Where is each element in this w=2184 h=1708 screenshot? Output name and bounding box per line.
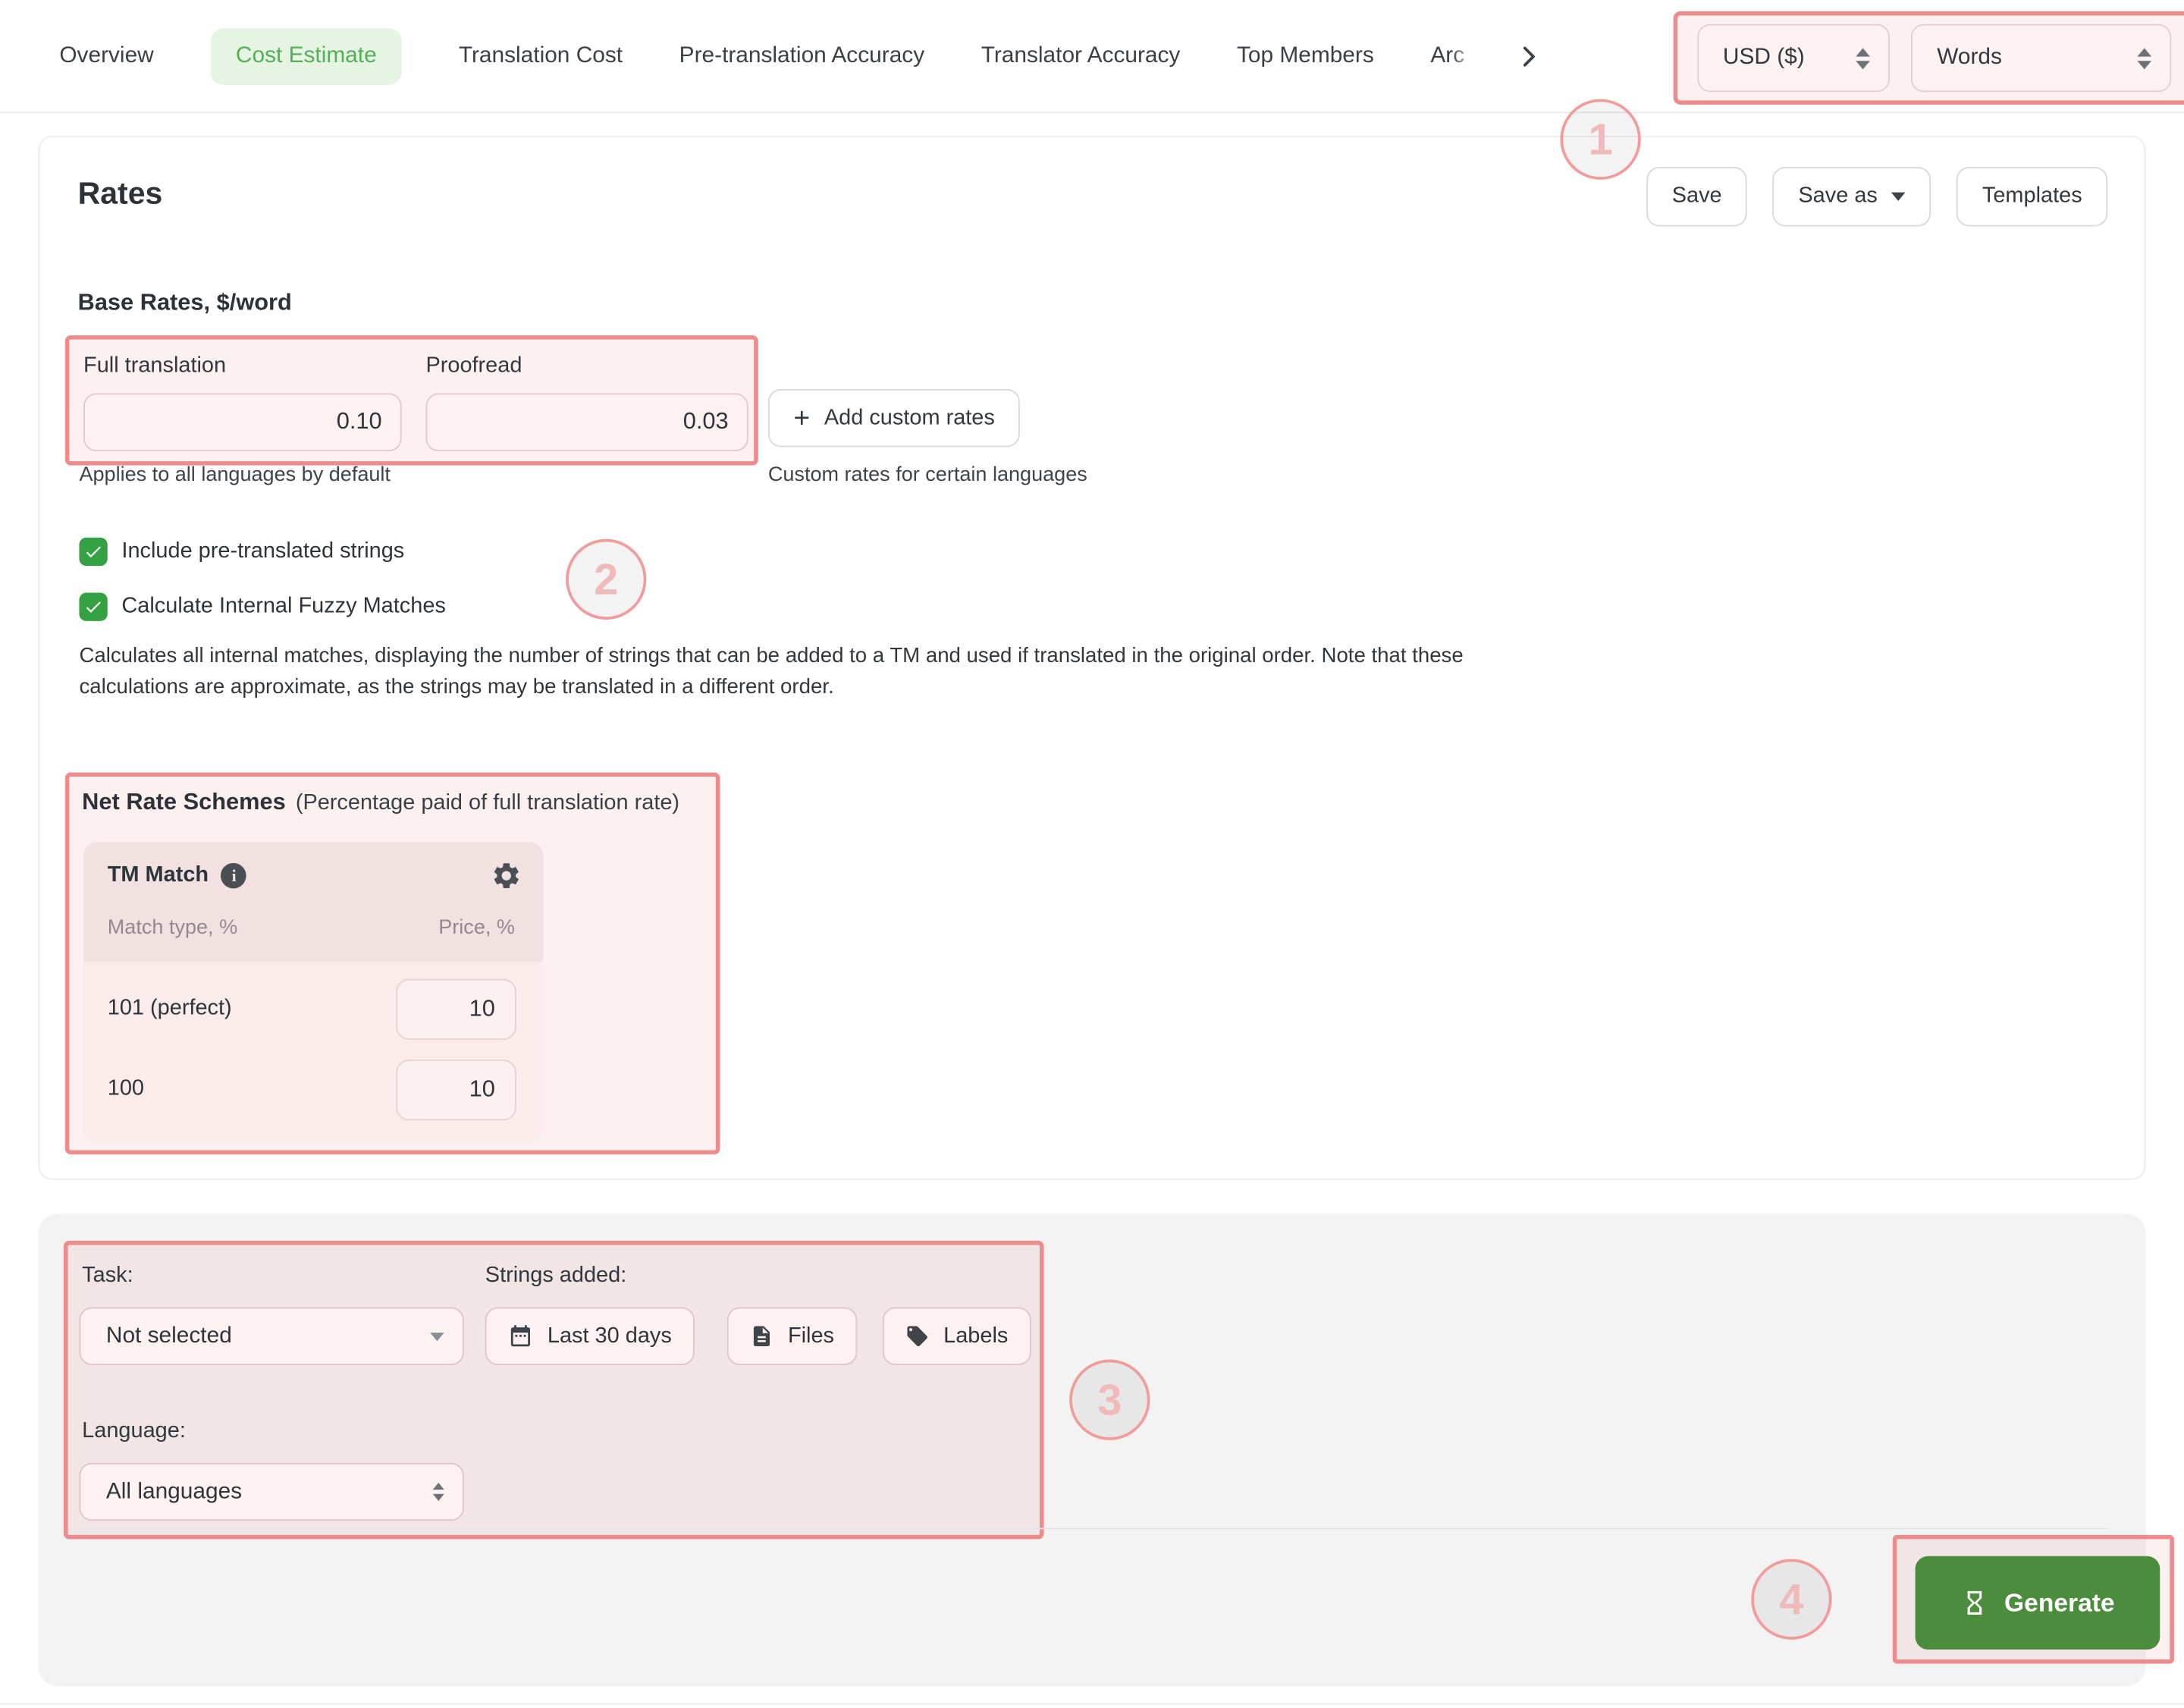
- hourglass-icon: [1960, 1589, 1988, 1617]
- labels-filter-button[interactable]: Labels: [883, 1308, 1031, 1365]
- annotation-badge-3: 3: [1069, 1360, 1150, 1440]
- save-button[interactable]: Save: [1646, 167, 1747, 226]
- match-101-price-input[interactable]: [396, 979, 516, 1040]
- task-select[interactable]: Not selected: [79, 1308, 463, 1365]
- annotation-badge-1: 1: [1560, 99, 1640, 180]
- add-custom-rates-button[interactable]: + Add custom rates: [768, 389, 1021, 447]
- base-rates-heading: Base Rates, $/word: [78, 290, 292, 316]
- price-column-header: Price, %: [438, 917, 515, 940]
- currency-select-value: USD ($): [1723, 46, 1805, 71]
- proofread-label: Proofread: [425, 353, 522, 379]
- net-rate-schemes-hint: (Percentage paid of full translation rat…: [296, 791, 679, 817]
- tab-translation-cost[interactable]: Translation Cost: [459, 44, 623, 70]
- tab-cost-estimate[interactable]: Cost Estimate: [210, 28, 402, 85]
- internal-fuzzy-row: Calculate Internal Fuzzy Matches: [79, 593, 445, 621]
- tag-icon: [905, 1324, 930, 1349]
- dropdown-caret-icon: [430, 1332, 444, 1340]
- annotation-box-1: USD ($) Words: [1674, 11, 2184, 105]
- tm-match-header: TM Match i Match type, % Price, %: [83, 842, 543, 962]
- strings-added-label: Strings added:: [485, 1264, 626, 1289]
- tab-overview[interactable]: Overview: [59, 44, 153, 70]
- match-100-price-input[interactable]: [396, 1060, 516, 1120]
- annotation-box-base-rates: Full translation Proofread: [65, 335, 758, 466]
- page: Overview Cost Estimate Translation Cost …: [0, 0, 2184, 1708]
- net-rate-schemes-heading-row: Net Rate Schemes (Percentage paid of ful…: [82, 790, 679, 816]
- templates-label: Templates: [1982, 184, 2082, 209]
- date-range-label: Last 30 days: [548, 1323, 672, 1349]
- unit-select[interactable]: Words: [1912, 24, 2172, 93]
- generate-label: Generate: [2004, 1588, 2115, 1618]
- annotation-badge-2: 2: [566, 539, 646, 620]
- generate-button[interactable]: Generate: [1916, 1556, 2160, 1650]
- updown-caret-icon: [1856, 47, 1871, 68]
- calendar-icon: [508, 1323, 534, 1349]
- annotation-box-net-rates: Net Rate Schemes (Percentage paid of ful…: [65, 772, 720, 1154]
- full-translation-label: Full translation: [83, 353, 226, 379]
- date-range-button[interactable]: Last 30 days: [485, 1308, 695, 1365]
- annotation-box-generate: Generate: [1893, 1535, 2174, 1664]
- gear-icon[interactable]: [491, 860, 522, 898]
- annotation-badge-4: 4: [1751, 1559, 1831, 1640]
- labels-filter-label: Labels: [943, 1323, 1008, 1349]
- match-type-column-header: Match type, %: [108, 917, 237, 940]
- updown-caret-icon: [433, 1483, 444, 1501]
- tab-truncated[interactable]: Arc: [1430, 44, 1481, 70]
- include-pretranslated-row: Include pre-translated strings: [79, 538, 404, 566]
- include-pretranslated-label: Include pre-translated strings: [121, 539, 404, 565]
- card-actions: Save Save as Templates: [1646, 167, 2107, 226]
- tab-translator-accuracy[interactable]: Translator Accuracy: [981, 44, 1181, 70]
- info-icon[interactable]: i: [221, 863, 247, 889]
- tm-match-card: TM Match i Match type, % Price, % 101 (p…: [83, 842, 543, 1143]
- divider: [77, 1528, 2108, 1530]
- tab-list: Overview Cost Estimate Translation Cost …: [59, 0, 1541, 113]
- full-translation-rate-input[interactable]: [83, 394, 402, 451]
- internal-fuzzy-checkbox[interactable]: [79, 593, 107, 621]
- rates-card: Rates Save Save as Templates Base Rates,…: [38, 136, 2145, 1180]
- dropdown-caret-icon: [1892, 193, 1906, 201]
- save-as-button[interactable]: Save as: [1773, 167, 1931, 226]
- currency-select[interactable]: USD ($): [1697, 24, 1890, 93]
- tm-match-body: 101 (perfect) 100: [83, 962, 543, 1143]
- task-label: Task:: [82, 1264, 133, 1289]
- annotation-box-filters: Task: Not selected Strings added: Last 3…: [64, 1241, 1044, 1540]
- task-select-value: Not selected: [106, 1323, 232, 1349]
- base-rates-caption: Applies to all languages by default: [79, 464, 391, 487]
- unit-select-value: Words: [1937, 46, 2002, 71]
- tm-match-title: TM Match: [108, 863, 209, 889]
- report-tabs-bar: Overview Cost Estimate Translation Cost …: [0, 0, 2184, 113]
- check-icon: [83, 597, 103, 617]
- files-filter-label: Files: [788, 1323, 834, 1349]
- divider: [0, 1703, 2184, 1705]
- file-icon: [750, 1324, 774, 1349]
- language-select-value: All languages: [106, 1479, 242, 1505]
- updown-caret-icon: [2137, 47, 2151, 68]
- language-label: Language:: [82, 1419, 186, 1445]
- templates-button[interactable]: Templates: [1956, 167, 2107, 226]
- language-select[interactable]: All languages: [79, 1463, 463, 1521]
- page-title: Rates: [78, 175, 163, 212]
- report-generator-panel: Task: Not selected Strings added: Last 3…: [38, 1213, 2145, 1686]
- match-100-label: 100: [108, 1076, 144, 1102]
- tab-pre-translation-accuracy[interactable]: Pre-translation Accuracy: [679, 44, 924, 70]
- proofread-rate-input[interactable]: [425, 394, 748, 451]
- plus-icon: +: [793, 404, 810, 432]
- net-rate-schemes-heading: Net Rate Schemes: [82, 790, 286, 816]
- tabs-scroll-right-icon[interactable]: [1518, 46, 1541, 68]
- fuzzy-matches-note: Calculates all internal matches, display…: [79, 642, 1511, 703]
- save-as-label: Save as: [1798, 184, 1877, 209]
- custom-rates-caption: Custom rates for certain languages: [768, 464, 1087, 487]
- match-101-label: 101 (perfect): [108, 996, 232, 1022]
- internal-fuzzy-label: Calculate Internal Fuzzy Matches: [121, 594, 445, 620]
- add-custom-rates-label: Add custom rates: [824, 405, 995, 431]
- include-pretranslated-checkbox[interactable]: [79, 538, 107, 566]
- tab-top-members[interactable]: Top Members: [1237, 44, 1374, 70]
- save-label: Save: [1672, 184, 1722, 209]
- files-filter-button[interactable]: Files: [727, 1308, 857, 1365]
- check-icon: [83, 542, 103, 561]
